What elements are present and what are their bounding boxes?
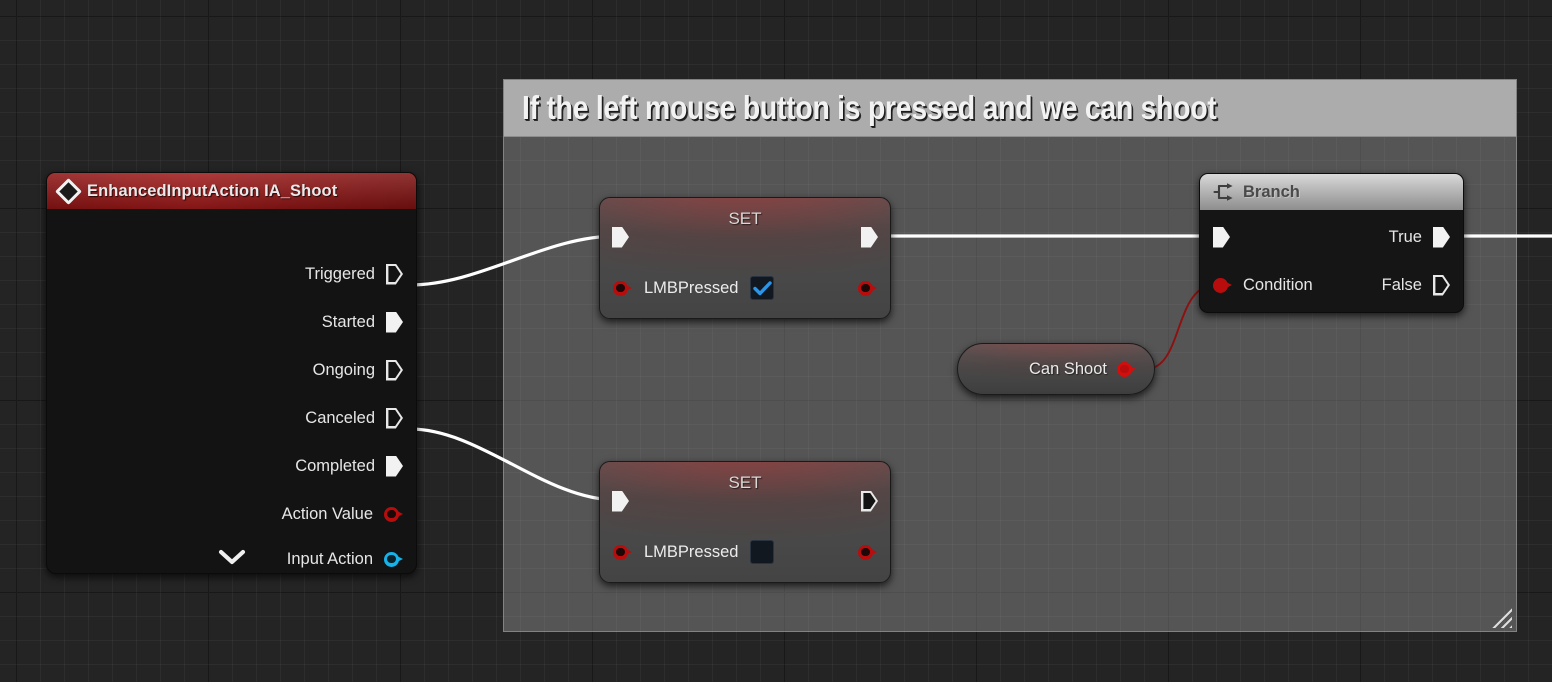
pin-label-started: Started [321,312,375,331]
data-pin-value-in[interactable] [613,280,632,296]
checkbox-lmbpressed-false[interactable] [750,540,775,564]
chevron-down-icon[interactable] [47,549,416,565]
data-pin-can-shoot-out[interactable] [1117,361,1136,377]
pin-label-true: True [1388,227,1422,246]
exec-pin-in[interactable] [612,490,629,512]
comment-title: If the left mouse button is pressed and … [522,89,1217,126]
pin-label-ongoing: Ongoing [312,360,375,379]
node-header[interactable]: EnhancedInputAction IA_Shoot [47,173,416,209]
pin-label-canceled: Canceled [305,408,375,427]
node-get-can-shoot[interactable]: Can Shoot [957,343,1155,395]
set-exec-row [600,489,890,513]
exec-pin-out[interactable] [861,226,878,248]
set-value-row: LMBPressed [600,276,890,300]
node-enhanced-input-action[interactable]: EnhancedInputAction IA_Shoot Triggered S… [46,172,417,574]
pin-label-false: False [1381,275,1422,294]
node-set-lmbpressed-false[interactable]: SET LMBPressed [599,461,891,583]
exec-pin-triggered[interactable] [386,264,403,285]
node-title: EnhancedInputAction IA_Shoot [87,181,338,200]
variable-name-label: Can Shoot [1029,359,1107,378]
checkbox-lmbpressed-true[interactable] [750,276,775,300]
diamond-icon [55,177,82,205]
data-pin-action-value[interactable] [384,506,403,522]
variable-name-label: LMBPressed [644,278,739,297]
node-set-lmbpressed-true[interactable]: SET LMBPressed [599,197,891,319]
comment-header[interactable]: If the left mouse button is pressed and … [504,80,1516,137]
exec-pin-true[interactable] [1433,226,1450,248]
exec-pin-false[interactable] [1433,275,1450,296]
data-pin-value-out[interactable] [858,544,877,560]
pin-label-completed: Completed [295,456,375,475]
exec-pin-started[interactable] [386,311,403,333]
set-exec-row [600,225,890,249]
pin-row-canceled[interactable]: Canceled [47,405,416,431]
pin-row-action-value[interactable]: Action Value [47,501,416,527]
exec-pin-completed[interactable] [386,455,403,477]
node-body: True Condition False [1200,210,1463,312]
variable-name-label: LMBPressed [644,542,739,561]
node-body: Triggered Started Ongoing Canceled Compl… [47,209,416,573]
node-title: Branch [1243,182,1300,201]
pin-row-triggered[interactable]: Triggered [47,261,416,287]
exec-pin-in[interactable] [1213,226,1230,248]
exec-pin-in[interactable] [612,226,629,248]
branch-row-condition: Condition False [1200,272,1463,298]
node-header[interactable]: Branch [1200,174,1463,210]
pin-label-action-value: Action Value [281,504,373,523]
exec-pin-ongoing[interactable] [386,360,403,381]
branch-row-exec: True [1200,224,1463,250]
exec-pin-out[interactable] [861,491,878,512]
set-value-row: LMBPressed [600,540,890,564]
pin-label-triggered: Triggered [304,264,375,283]
pin-row-ongoing[interactable]: Ongoing [47,357,416,383]
resize-grip-icon[interactable] [1490,608,1512,628]
exec-pin-canceled[interactable] [386,408,403,429]
data-pin-value-out[interactable] [858,280,877,296]
pin-row-started[interactable]: Started [47,309,416,335]
data-pin-condition[interactable] [1213,277,1232,293]
branch-icon [1213,183,1233,201]
pin-label-condition: Condition [1243,275,1313,294]
pin-row-completed[interactable]: Completed [47,453,416,479]
node-branch[interactable]: Branch True Condition False [1199,173,1464,313]
data-pin-value-in[interactable] [613,544,632,560]
blueprint-graph-canvas[interactable]: If the left mouse button is pressed and … [0,0,1552,682]
